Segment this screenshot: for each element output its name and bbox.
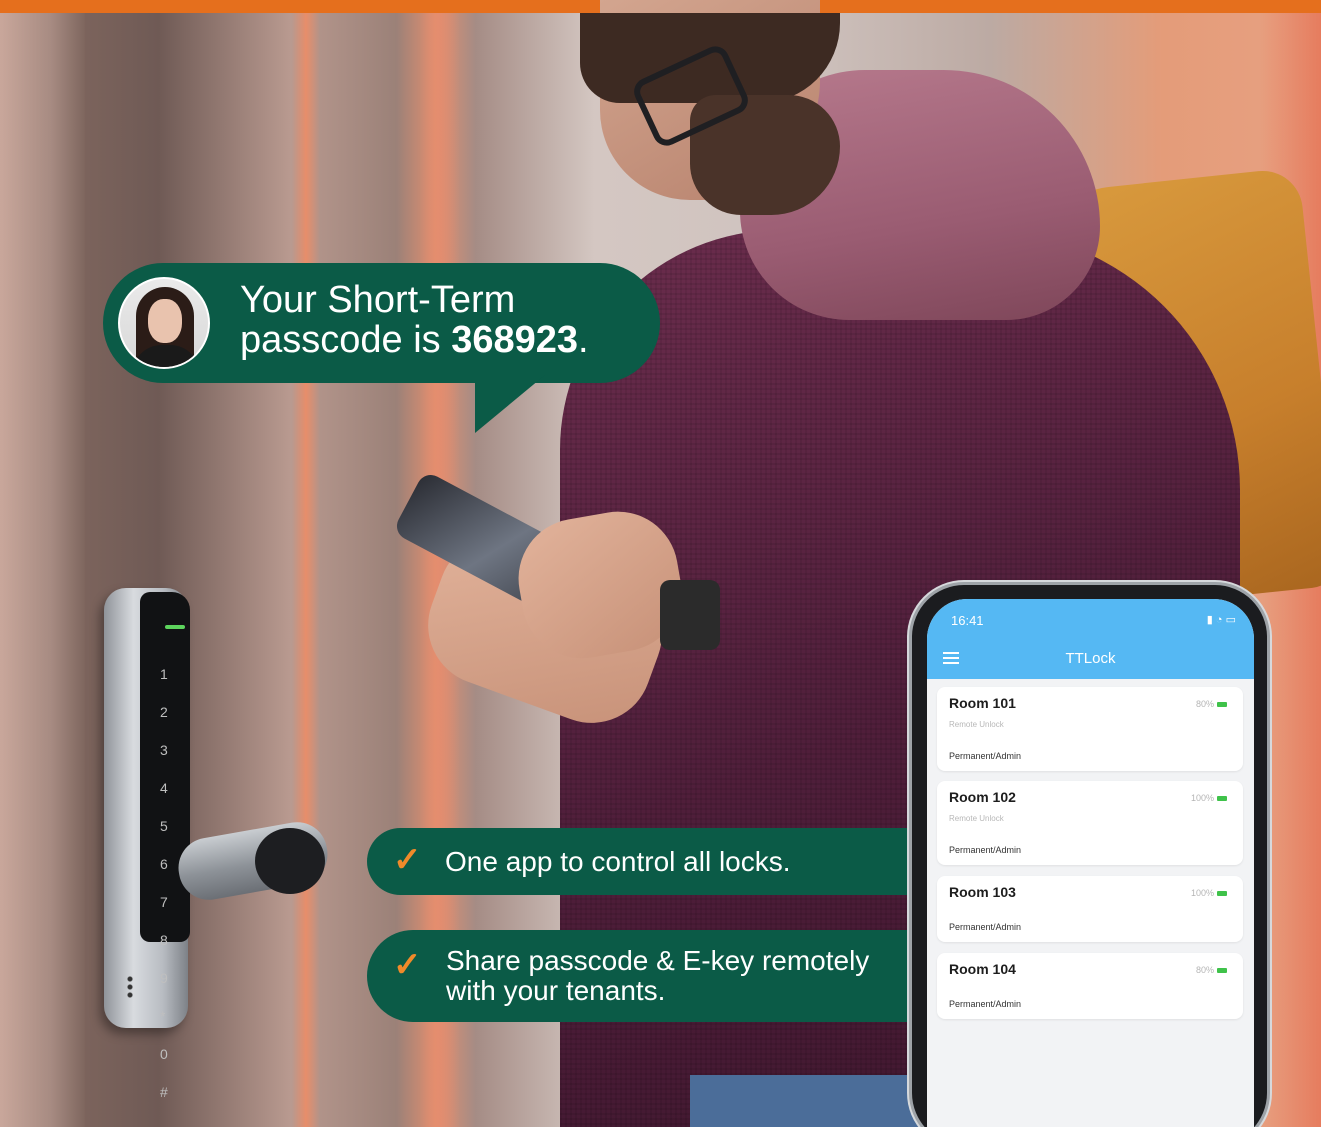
fingerprint-sensor	[255, 828, 325, 894]
battery-level: 80%	[1196, 699, 1227, 709]
feature-text: Share passcode & E-key remotely with you…	[446, 945, 870, 1006]
phone-screen: 16:41 ▮ ◔ ▭ TTLock Room 101 80% Remote U…	[927, 599, 1254, 1127]
smart-lock-promo-image: 1 2 3 4 5 6 7 8 9 * 0 # Your Short-Term …	[0, 0, 1321, 1127]
room-role: Permanent/Admin	[949, 845, 1022, 855]
battery-icon	[1217, 702, 1227, 708]
room-role: Permanent/Admin	[949, 999, 1022, 1009]
lock-dots	[127, 975, 133, 999]
room-role: Permanent/Admin	[949, 751, 1022, 761]
room-role: Permanent/Admin	[949, 922, 1022, 932]
room-card[interactable]: Room 101 80% Remote Unlock Permanent/Adm…	[937, 687, 1243, 771]
check-icon: ✓	[393, 841, 422, 879]
status-time: 16:41	[951, 613, 984, 628]
app-title: TTLock	[1065, 650, 1116, 667]
message-line-1: Your Short-Term	[240, 279, 516, 321]
room-card[interactable]: Room 103 100% Permanent/Admin	[937, 876, 1243, 942]
room-status: Remote Unlock	[949, 814, 1004, 823]
woman-avatar	[118, 277, 210, 369]
lock-status-led	[165, 625, 185, 629]
room-status: Remote Unlock	[949, 720, 1004, 729]
feature-text: One app to control all locks.	[445, 846, 791, 877]
keypad-row: 7 8 9	[160, 894, 174, 986]
jeans	[690, 1075, 920, 1127]
room-name: Room 104	[949, 961, 1016, 977]
room-name: Room 102	[949, 789, 1016, 805]
door	[0, 13, 85, 1127]
room-card[interactable]: Room 104 80% Permanent/Admin	[937, 953, 1243, 1019]
wristwatch	[660, 580, 720, 650]
keypad-row: * 0 #	[160, 1008, 174, 1100]
battery-icon	[1217, 796, 1227, 802]
passcode-message: Your Short-Term passcode is 368923.	[240, 280, 660, 360]
battery-level: 80%	[1196, 965, 1227, 975]
room-name: Room 101	[949, 695, 1016, 711]
battery-icon	[1217, 891, 1227, 897]
speech-bubble-tail	[475, 375, 545, 433]
passcode-value: 368923	[451, 319, 579, 361]
app-header: 16:41 ▮ ◔ ▭ TTLock	[927, 599, 1254, 679]
battery-icon	[1217, 968, 1227, 974]
room-card[interactable]: Room 102 100% Remote Unlock Permanent/Ad…	[937, 781, 1243, 865]
battery-level: 100%	[1191, 793, 1227, 803]
check-icon: ✓	[393, 946, 422, 984]
background-light	[292, 13, 320, 1127]
status-icons: ▮ ◔ ▭	[1206, 614, 1236, 626]
room-name: Room 103	[949, 884, 1016, 900]
message-line-2: passcode is 368923.	[240, 319, 589, 361]
keypad-row: 1 2 3	[160, 666, 174, 758]
battery-level: 100%	[1191, 888, 1227, 898]
